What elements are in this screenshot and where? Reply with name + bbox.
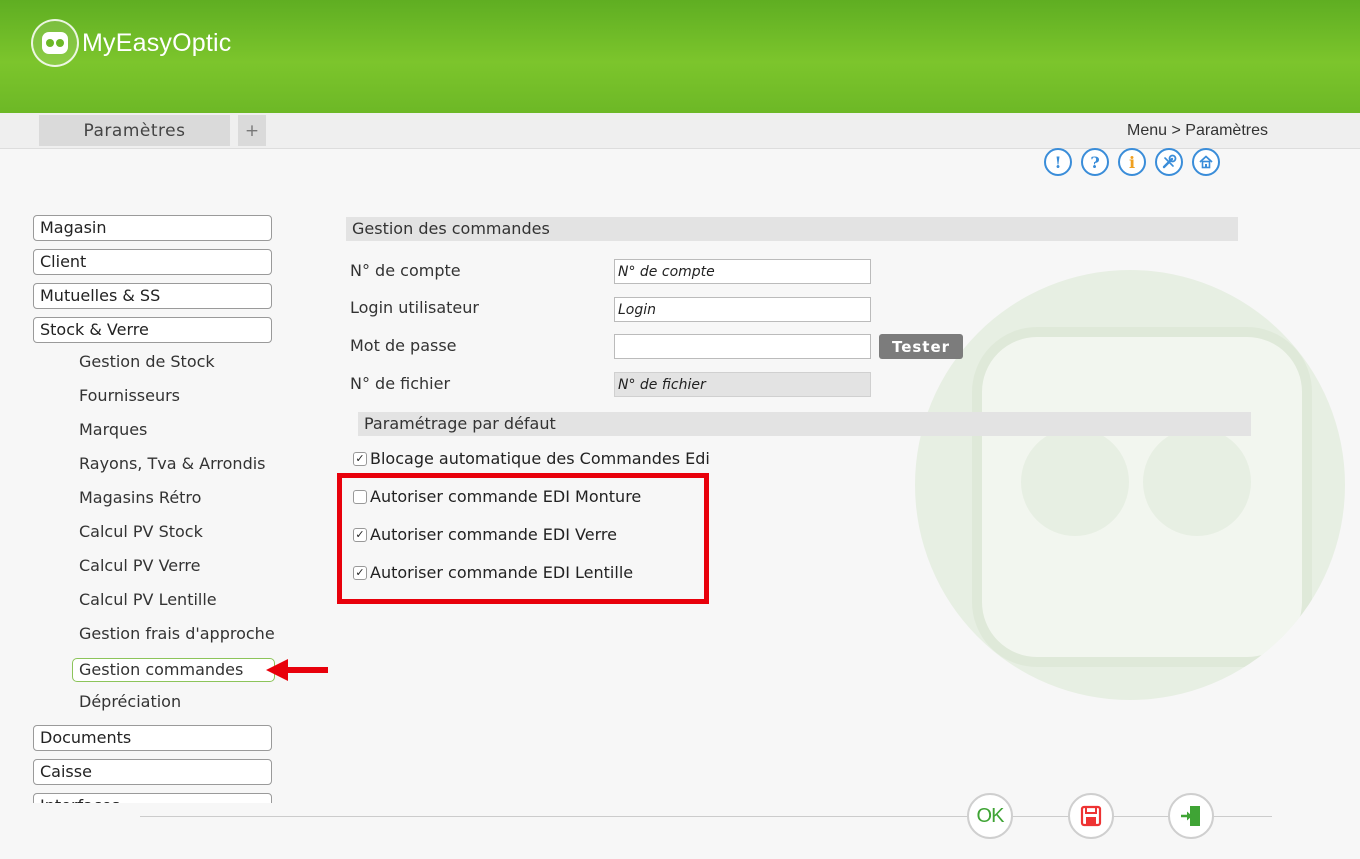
- test-connection-button[interactable]: Tester: [879, 334, 963, 359]
- sidebar-item-mutuelles[interactable]: Mutuelles & SS: [33, 283, 272, 309]
- sidebar-item-documents[interactable]: Documents: [33, 725, 272, 751]
- sidebar-item-caisse[interactable]: Caisse: [33, 759, 272, 785]
- sidebar-item-client[interactable]: Client: [33, 249, 272, 275]
- sidebar-subitem-frais-approche[interactable]: Gestion frais d'approche: [79, 624, 275, 643]
- sidebar-subitem-calcul-pv-stock[interactable]: Calcul PV Stock: [79, 522, 203, 541]
- help-toolbar: ! ? i: [1044, 148, 1220, 176]
- sidebar-subitem-calcul-pv-lentille[interactable]: Calcul PV Lentille: [79, 590, 217, 609]
- sidebar-subitem-fournisseurs[interactable]: Fournisseurs: [79, 386, 180, 405]
- section-title-gestion-commandes: Gestion des commandes: [346, 217, 1238, 241]
- option-blocage-auto[interactable]: ✓ Blocage automatique des Commandes Edi: [353, 449, 710, 468]
- alert-icon[interactable]: !: [1044, 148, 1072, 176]
- sidebar-subitem-calcul-pv-verre[interactable]: Calcul PV Verre: [79, 556, 200, 575]
- breadcrumb: Menu > Paramètres: [1127, 122, 1268, 139]
- login-label: Login utilisateur: [350, 298, 479, 317]
- sidebar-item-magasin[interactable]: Magasin: [33, 215, 272, 241]
- login-input[interactable]: [614, 297, 871, 322]
- home-icon[interactable]: [1192, 148, 1220, 176]
- annotation-arrow-icon: [266, 658, 328, 686]
- sidebar-subitem-gestion-commandes[interactable]: Gestion commandes: [72, 658, 275, 682]
- account-number-label: N° de compte: [350, 261, 461, 280]
- password-label: Mot de passe: [350, 336, 457, 355]
- sidebar-subitem-depreciation[interactable]: Dépréciation: [79, 692, 181, 711]
- settings-sidebar: Magasin Client Mutuelles & SS Stock & Ve…: [33, 215, 278, 803]
- sidebar-item-interfaces[interactable]: Interfaces: [33, 793, 272, 803]
- sidebar-subitem-magasins-retro[interactable]: Magasins Rétro: [79, 488, 201, 507]
- watermark-logo: [915, 270, 1345, 700]
- tab-parametres[interactable]: Paramètres: [39, 115, 230, 146]
- save-button[interactable]: [1068, 793, 1114, 839]
- exit-button[interactable]: [1168, 793, 1214, 839]
- tools-icon[interactable]: [1155, 148, 1183, 176]
- tab-bar: Paramètres + Menu > Paramètres: [0, 113, 1360, 149]
- checkbox-blocage-auto[interactable]: ✓: [353, 451, 367, 466]
- sidebar-subitem-rayons[interactable]: Rayons, Tva & Arrondis: [79, 454, 266, 473]
- app-header: MyEasyOptic: [0, 0, 1360, 113]
- option-label: Blocage automatique des Commandes Edi: [370, 449, 710, 468]
- add-tab-button[interactable]: +: [238, 115, 266, 146]
- file-number-label: N° de fichier: [350, 374, 451, 393]
- ok-label: OK: [976, 804, 1005, 827]
- annotation-highlight-box: [337, 473, 709, 604]
- sidebar-subitem-gestion-stock[interactable]: Gestion de Stock: [79, 352, 215, 371]
- sidebar-item-stock-verre[interactable]: Stock & Verre: [33, 317, 272, 343]
- app-name: MyEasyOptic: [82, 28, 232, 57]
- info-icon[interactable]: i: [1118, 148, 1146, 176]
- section-title-defaults: Paramétrage par défaut: [358, 412, 1251, 436]
- exit-door-icon: [1181, 806, 1200, 826]
- file-number-input: [614, 372, 871, 397]
- password-input[interactable]: [614, 334, 871, 359]
- ok-button[interactable]: OK: [967, 793, 1013, 839]
- sidebar-subitem-marques[interactable]: Marques: [79, 420, 147, 439]
- logo-glasses-icon: [31, 19, 79, 67]
- save-icon: [1080, 805, 1102, 827]
- app-logo: MyEasyOptic: [31, 19, 231, 67]
- question-icon[interactable]: ?: [1081, 148, 1109, 176]
- account-number-input[interactable]: [614, 259, 871, 284]
